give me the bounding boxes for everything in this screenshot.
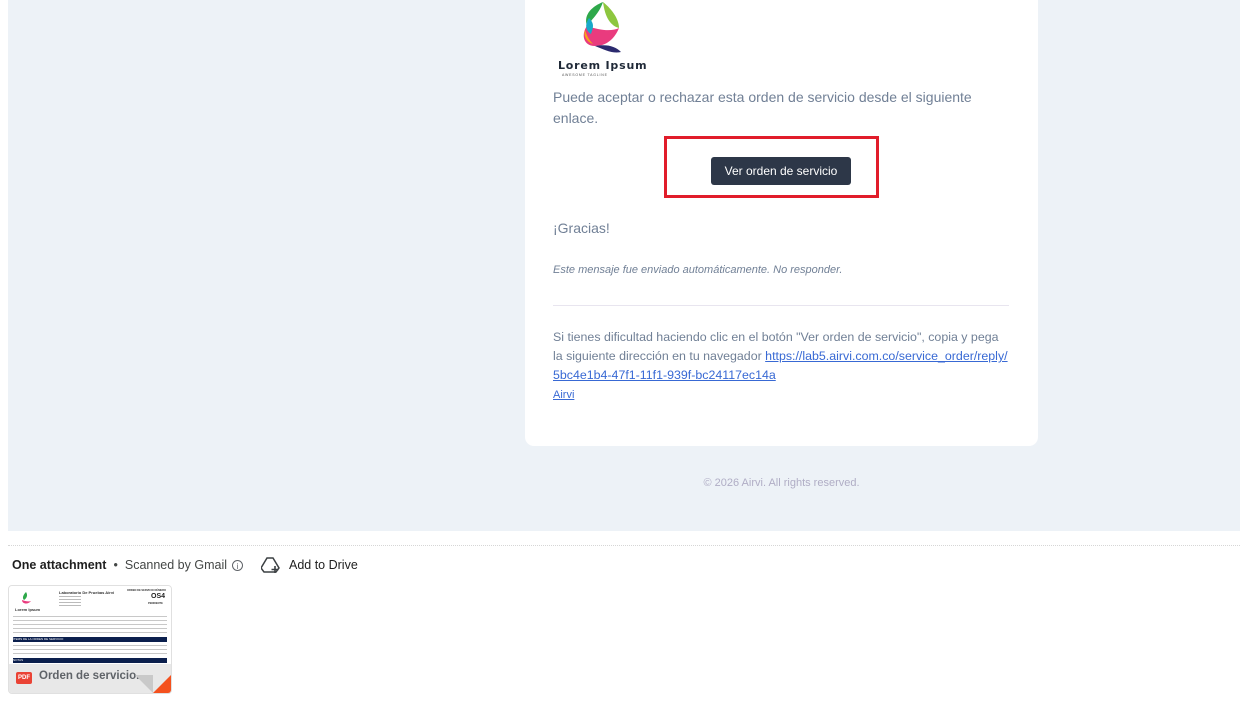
attachments-bar: One attachment • Scanned by Gmail i Add … — [12, 557, 358, 573]
auto-message: Este mensaje fue enviado automáticamente… — [553, 264, 843, 276]
logo-name: Lorem Ipsum — [558, 59, 648, 72]
preview-fields — [13, 616, 167, 634]
info-icon[interactable]: i — [232, 559, 243, 571]
separator-dot: • — [113, 558, 118, 572]
scanned-label: Scanned by Gmail — [124, 558, 227, 572]
divider — [553, 305, 1009, 306]
attachment-filename: Orden de servicio... — [39, 670, 146, 682]
preview-items-rows — [13, 645, 167, 654]
attachments-separator — [8, 545, 1240, 546]
preview-logo-text: Lorem Ipsum — [15, 607, 41, 612]
logo-tagline: AWESOME TAGLINE — [562, 73, 608, 77]
view-service-order-button[interactable]: Ver orden de servicio — [711, 157, 851, 185]
pdf-icon: PDF — [16, 672, 32, 684]
drive-add-icon — [261, 557, 280, 573]
preview-doc-title: ORDEN DE SERVICIO NÚMERO — [127, 589, 167, 592]
help-paragraph: Si tienes dificultad haciendo clic en el… — [553, 328, 1011, 385]
intro-text: Puede aceptar o rechazar esta orden de s… — [553, 89, 972, 126]
preview-notes-header: NOTAS — [13, 658, 167, 663]
preview-items-header: ÍTEMS DE LA ORDEN DE SERVICIO — [13, 637, 167, 642]
attachment-thumbnail[interactable]: Lorem Ipsum Laboratorio De Pruebas Airvi… — [8, 585, 172, 694]
attachment-count: One attachment — [12, 558, 107, 572]
preview-logo-icon — [22, 592, 31, 604]
preview-doc-number: OS4 — [151, 593, 166, 600]
thanks-text: ¡Gracias! — [553, 220, 610, 236]
airvi-link[interactable]: Airvi — [553, 389, 574, 401]
email-footer: © 2026 Airvi. All rights reserved. — [703, 477, 860, 489]
pdf-preview: Lorem Ipsum Laboratorio De Pruebas Airvi… — [9, 586, 171, 664]
add-to-drive-label: Add to Drive — [289, 558, 358, 572]
add-to-drive-button[interactable]: Add to Drive — [261, 556, 358, 574]
corner-accent — [153, 675, 171, 693]
preview-lab-title: Laboratorio De Pruebas Airvi — [59, 590, 115, 595]
preview-lines — [59, 596, 81, 606]
corner-fold — [135, 675, 153, 693]
preview-status: PENDIENTE — [148, 602, 163, 605]
